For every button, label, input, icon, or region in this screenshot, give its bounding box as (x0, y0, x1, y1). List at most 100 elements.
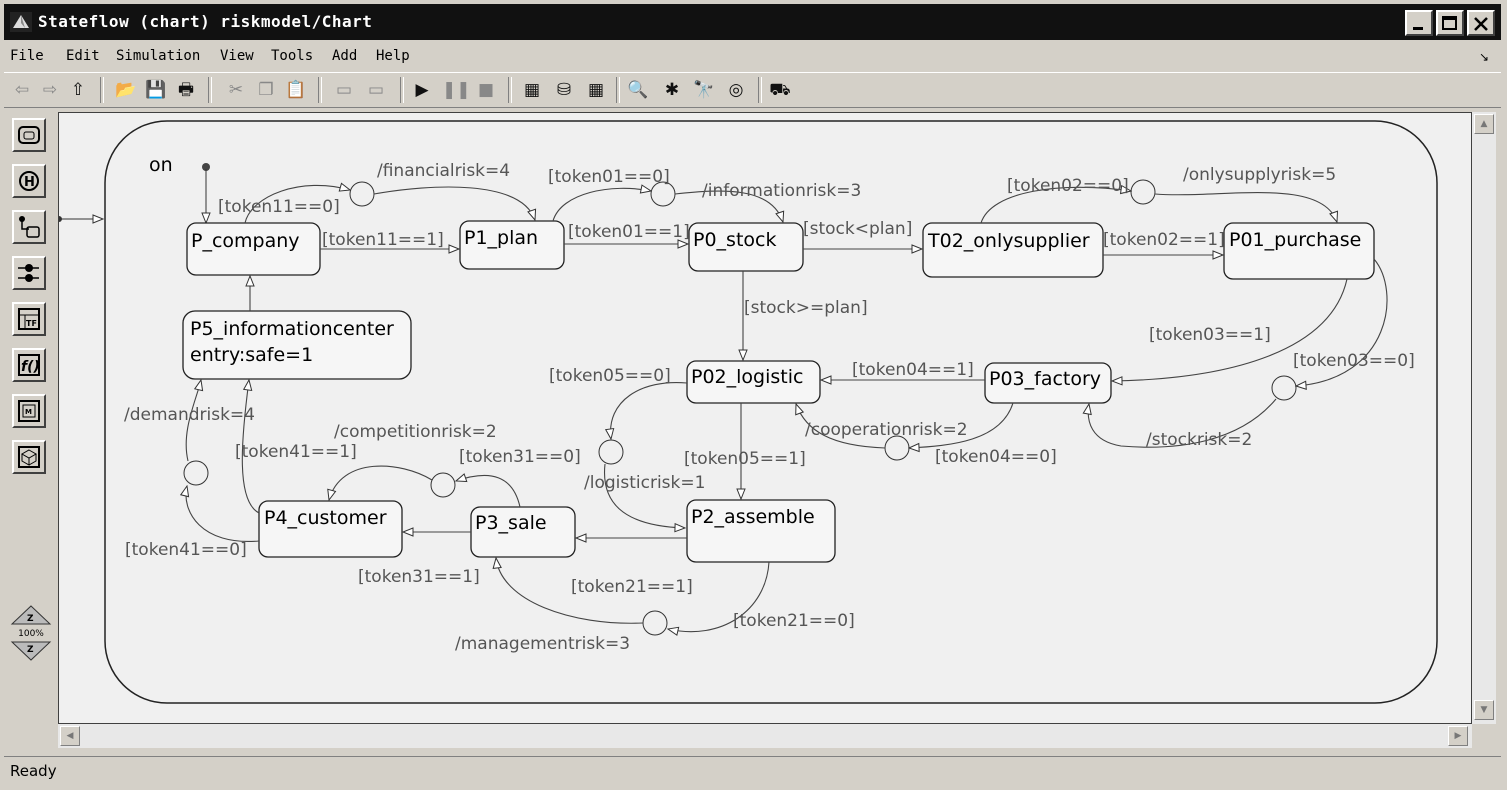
up-icon[interactable]: ⇧ (66, 79, 90, 101)
state-p0-stock[interactable]: P0_stock (688, 222, 804, 272)
embedded-matlab-button[interactable]: M (12, 394, 46, 428)
state-p3-sale[interactable]: P3_sale (470, 506, 576, 558)
zoom-in-icon[interactable]: Z (10, 602, 52, 626)
state-t02-onlysupplier[interactable]: T02_onlysupplier (922, 222, 1104, 278)
vertical-scrollbar[interactable]: ▲ ▼ (1472, 112, 1496, 724)
forward-icon[interactable]: ⇨ (38, 79, 62, 101)
target-ring-icon[interactable]: ◎ (724, 79, 748, 101)
label-competitionrisk[interactable]: /competitionrisk=2 (334, 422, 497, 442)
state-p02-logistic[interactable]: P02_logistic (686, 360, 821, 404)
label-onlysupplyrisk[interactable]: /onlysupplyrisk=5 (1183, 165, 1336, 185)
junction-management[interactable] (642, 610, 668, 636)
debug-icon[interactable]: ✱ (660, 79, 684, 101)
scroll-up-icon[interactable]: ▲ (1474, 114, 1494, 134)
junction-logistic[interactable] (598, 439, 624, 465)
label-token21-0[interactable]: [token21==0] (733, 611, 855, 631)
state-p5-informationcenter[interactable]: P5_informationcenter entry:safe=1 (182, 310, 412, 380)
save-icon[interactable]: 💾 (144, 79, 168, 101)
label-financialrisk[interactable]: /financialrisk=4 (377, 161, 510, 181)
label-token01-1[interactable]: [token01==1] (568, 222, 690, 242)
transition-financialrisk[interactable] (373, 186, 535, 220)
box-tool-button[interactable] (12, 440, 46, 474)
explore-icon[interactable]: 🔍 (626, 79, 650, 101)
junction-onlysupply[interactable] (1130, 179, 1156, 205)
default-transition-button[interactable] (12, 210, 46, 244)
open-icon[interactable]: 📂 (114, 79, 138, 101)
state-tool-button[interactable] (12, 118, 46, 152)
scroll-left-icon[interactable]: ◀ (60, 726, 80, 746)
junction-competition[interactable] (430, 472, 456, 498)
function-button[interactable]: f() (12, 348, 46, 382)
state-p1-plan[interactable]: P1_plan (459, 220, 565, 270)
label-token02-1[interactable]: [token02==1] (1103, 230, 1225, 250)
menu-view[interactable]: View (220, 48, 254, 64)
junction-demand[interactable] (183, 460, 209, 486)
label-informationrisk[interactable]: /informationrisk=3 (702, 181, 861, 201)
label-token11-0[interactable]: [token11==0] (218, 197, 340, 217)
truth-table-button[interactable]: TF (12, 302, 46, 336)
label-token03-1[interactable]: [token03==1] (1149, 325, 1271, 345)
close-button[interactable] (1467, 10, 1495, 36)
build-icon[interactable]: ▦ (520, 79, 544, 101)
state-p2-assemble[interactable]: P2_assemble (686, 499, 836, 563)
state-p-company[interactable]: P_company (186, 222, 321, 276)
state-p03-factory[interactable]: P03_factory (984, 362, 1112, 404)
minimize-button[interactable] (1405, 10, 1433, 36)
label-token41-1[interactable]: [token41==1] (235, 442, 357, 462)
state-p4-customer[interactable]: P4_customer (258, 500, 403, 558)
transition-token41-0[interactable] (186, 486, 260, 542)
scroll-right-icon[interactable]: ▶ (1448, 726, 1468, 746)
play-icon[interactable]: ▶ (410, 79, 434, 101)
label-stockrisk[interactable]: /stockrisk=2 (1146, 430, 1252, 450)
cut-icon[interactable]: ✂ (224, 79, 248, 101)
label-token03-0[interactable]: [token03==0] (1293, 351, 1415, 371)
target-icon[interactable]: ▦ (584, 79, 608, 101)
label-cooperationrisk[interactable]: /cooperationrisk=2 (805, 420, 968, 440)
horizontal-scrollbar[interactable]: ◀ ▶ (58, 724, 1472, 748)
title-bar[interactable]: Stateflow (chart) riskmodel/Chart (4, 4, 1501, 40)
menu-edit[interactable]: Edit (66, 48, 100, 64)
label-logisticrisk[interactable]: /logisticrisk=1 (584, 473, 705, 493)
transition-competitionrisk[interactable] (329, 465, 433, 500)
label-token31-0[interactable]: [token31==0] (459, 447, 581, 467)
stop-icon[interactable]: ■ (474, 79, 498, 101)
junction-financial[interactable] (349, 181, 375, 207)
pause-icon[interactable]: ❚❚ (442, 79, 471, 101)
connective-junction-button[interactable] (12, 256, 46, 290)
copy-icon[interactable]: ❐ (254, 79, 278, 101)
label-stock-lt-plan[interactable]: [stock<plan] (803, 219, 912, 239)
transition-token05-0[interactable] (611, 381, 688, 439)
label-token05-1[interactable]: [token05==1] (684, 449, 806, 469)
zoom-out-icon[interactable]: Z (10, 640, 52, 664)
label-managementrisk[interactable]: /managementrisk=3 (455, 634, 630, 654)
label-token11-1[interactable]: [token11==1] (322, 230, 444, 250)
label-stock-ge-plan[interactable]: [stock>=plan] (744, 298, 868, 318)
back-icon[interactable]: ⇦ (10, 79, 34, 101)
undo-icon[interactable]: ▭ (332, 79, 356, 101)
menu-help[interactable]: Help (376, 48, 410, 64)
print-icon[interactable]: 🖶 (174, 79, 198, 101)
transition-token31-0[interactable] (456, 475, 521, 508)
rebuild-icon[interactable]: ⛁ (552, 79, 576, 101)
label-token02-0[interactable]: [token02==0] (1007, 176, 1129, 196)
scroll-down-icon[interactable]: ▼ (1474, 700, 1494, 720)
history-junction-button[interactable]: H (12, 164, 46, 198)
maximize-button[interactable] (1436, 10, 1464, 36)
menubar-chevron-icon[interactable]: ↘ (1479, 50, 1489, 64)
paste-icon[interactable]: 📋 (284, 79, 308, 101)
label-token05-0[interactable]: [token05==0] (549, 366, 671, 386)
redo-icon[interactable]: ▭ (364, 79, 388, 101)
transition-token01-0[interactable] (552, 188, 651, 222)
label-token41-0[interactable]: [token41==0] (125, 540, 247, 560)
state-p01-purchase[interactable]: P01_purchase (1223, 222, 1375, 280)
chart-canvas[interactable]: on P_company P1_plan P0_stock T02_onlysu… (58, 112, 1472, 724)
menu-simulation[interactable]: Simulation (116, 48, 200, 64)
model-icon[interactable]: ⛟ (768, 79, 792, 101)
label-token04-1[interactable]: [token04==1] (852, 360, 974, 380)
label-token31-1[interactable]: [token31==1] (358, 567, 480, 587)
label-token04-0[interactable]: [token04==0] (935, 447, 1057, 467)
label-demandrisk[interactable]: /demandrisk=4 (124, 405, 255, 425)
junction-stock[interactable] (1271, 375, 1297, 401)
label-token01-0[interactable]: [token01==0] (548, 167, 670, 187)
menu-add[interactable]: Add (332, 48, 357, 64)
